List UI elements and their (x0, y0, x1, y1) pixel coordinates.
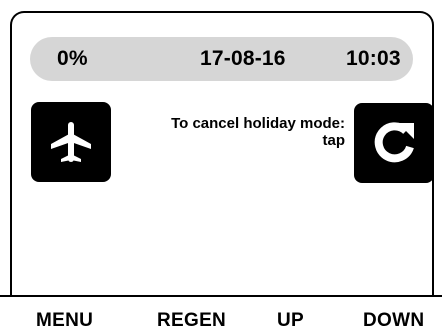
airplane-icon (51, 122, 91, 162)
bottom-nav: MENU REGEN UP DOWN (0, 297, 442, 334)
up-button[interactable]: UP (277, 310, 304, 332)
cancel-holiday-message: To cancel holiday mode: tap (140, 115, 345, 149)
status-date: 17-08-16 (200, 47, 286, 70)
cancel-holiday-button[interactable] (354, 103, 434, 183)
regen-button[interactable]: REGEN (157, 310, 226, 332)
message-line-2: tap (322, 132, 346, 149)
status-bar: 0% 17-08-16 10:03 (30, 37, 413, 81)
menu-button[interactable]: MENU (36, 310, 93, 332)
holiday-mode-button[interactable] (31, 102, 111, 182)
refresh-icon (374, 122, 414, 163)
status-time: 10:03 (346, 47, 401, 70)
status-percent: 0% (57, 47, 88, 70)
message-line-1: To cancel holiday mode: (171, 115, 345, 132)
down-button[interactable]: DOWN (363, 310, 424, 332)
